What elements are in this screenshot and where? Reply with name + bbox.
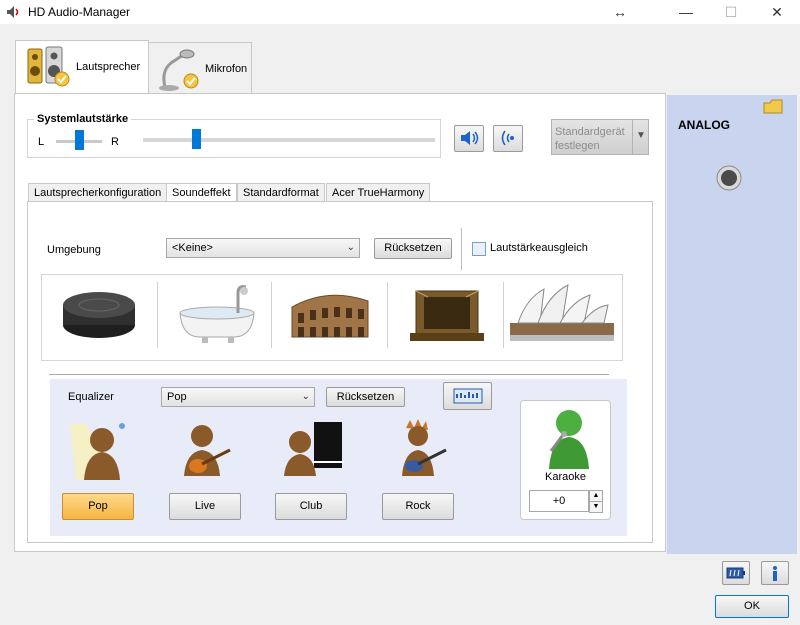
environment-reset-button[interactable]: Rücksetzen: [374, 238, 452, 259]
loudness-label: Lautstärkeausgleich: [490, 242, 588, 254]
divider: [49, 374, 609, 375]
tab-speakers[interactable]: Lautsprecher: [15, 40, 149, 95]
speaker-icon: [27, 46, 70, 87]
chevron-down-icon: ⌄: [346, 242, 355, 253]
minimize-button[interactable]: —: [663, 0, 709, 24]
volume-heading: Systemlautstärke: [34, 113, 132, 125]
equalizer-reset-button[interactable]: Rücksetzen: [326, 387, 405, 407]
volume-track: [143, 138, 435, 142]
karaoke-label: Karaoke: [545, 471, 586, 483]
opera-house-icon: [510, 284, 614, 341]
pianist-icon: [284, 422, 344, 476]
speaker-volume-icon: [461, 131, 479, 145]
karaoke-panel: Karaoke +0 ▲ ▼: [520, 400, 611, 520]
pop-singer-icon: [70, 423, 125, 480]
battery-icon: [726, 567, 745, 579]
chevron-down-icon: ⌄: [301, 391, 310, 402]
environment-preset[interactable]: [504, 275, 618, 351]
environment-preset[interactable]: [272, 275, 386, 351]
environment-preset[interactable]: [43, 275, 157, 351]
equalizer-graph-button[interactable]: [443, 382, 492, 410]
karaoke-value-input[interactable]: +0: [529, 490, 589, 512]
ok-button[interactable]: OK: [715, 595, 789, 618]
guitarist-icon: [184, 425, 231, 476]
eq-preset-club-button[interactable]: Club: [275, 493, 347, 520]
maximize-button[interactable]: ☐: [708, 0, 754, 24]
bathtub-icon: [179, 285, 255, 343]
rock-guitarist-icon: [402, 419, 447, 476]
default-device-label: Standardgerät festlegen: [555, 126, 625, 152]
restore-icon[interactable]: ↔: [597, 0, 643, 24]
volume-slider-thumb[interactable]: [191, 129, 201, 149]
window-title: HD Audio-Manager: [28, 5, 131, 19]
environment-preset[interactable]: [158, 275, 272, 351]
balance-right-label: R: [111, 136, 119, 148]
equalizer-label: Equalizer: [68, 391, 114, 403]
mute-button[interactable]: [454, 125, 484, 152]
battery-button[interactable]: [722, 561, 750, 585]
environment-preset[interactable]: [388, 275, 502, 351]
folder-icon[interactable]: [762, 97, 784, 115]
eq-preset-pop-button[interactable]: Pop: [62, 493, 134, 520]
close-button[interactable]: ✕: [754, 0, 800, 24]
loudness-checkbox[interactable]: [472, 242, 486, 256]
chevron-down-icon: ▼: [636, 130, 646, 141]
karaoke-down-icon[interactable]: ▼: [589, 501, 603, 513]
stage-icon: [410, 290, 484, 341]
tab-microphone[interactable]: Mikrofon: [148, 42, 252, 93]
environment-label: Umgebung: [47, 244, 101, 256]
tab-default-format[interactable]: Standardformat: [237, 183, 325, 201]
analog-panel: ANALOG: [667, 95, 797, 554]
tab-speakers-label: Lautsprecher: [76, 61, 141, 73]
analog-jack-icon[interactable]: [715, 164, 743, 192]
speaker-app-icon: [7, 6, 19, 18]
environment-select[interactable]: <Keine> ⌄: [166, 238, 360, 258]
colosseum-icon: [291, 294, 369, 338]
balance-left-label: L: [38, 136, 45, 148]
analog-title: ANALOG: [678, 118, 730, 132]
eq-preset-live-button[interactable]: Live: [169, 493, 241, 520]
divider: [461, 228, 462, 270]
tab-microphone-label: Mikrofon: [205, 63, 248, 75]
microphone-icon: [159, 49, 199, 91]
title-bar: HD Audio-Manager ↔ — ☐ ✕: [0, 0, 800, 24]
tab-acer-trueharmony[interactable]: Acer TrueHarmony: [326, 183, 431, 201]
equalizer-select[interactable]: Pop ⌄: [161, 387, 315, 407]
tab-sound-effect[interactable]: Soundeffekt: [166, 183, 237, 202]
karaoke-singer-icon: [549, 410, 589, 469]
info-button[interactable]: [761, 561, 789, 585]
info-icon: [773, 566, 777, 581]
equalizer-graph-icon: [453, 388, 482, 404]
balance-slider-thumb[interactable]: [75, 130, 84, 150]
stone-disc-icon: [63, 292, 135, 338]
sound-waves-button[interactable]: [493, 125, 523, 152]
environment-select-value: <Keine>: [172, 242, 213, 254]
equalizer-select-value: Pop: [167, 391, 187, 403]
tab-speaker-config[interactable]: Lautsprecherkonfiguration: [28, 183, 168, 201]
waves-icon: [501, 130, 514, 146]
default-device-button[interactable]: Standardgerät festlegen ▼: [551, 119, 649, 155]
eq-preset-rock-button[interactable]: Rock: [382, 493, 454, 520]
